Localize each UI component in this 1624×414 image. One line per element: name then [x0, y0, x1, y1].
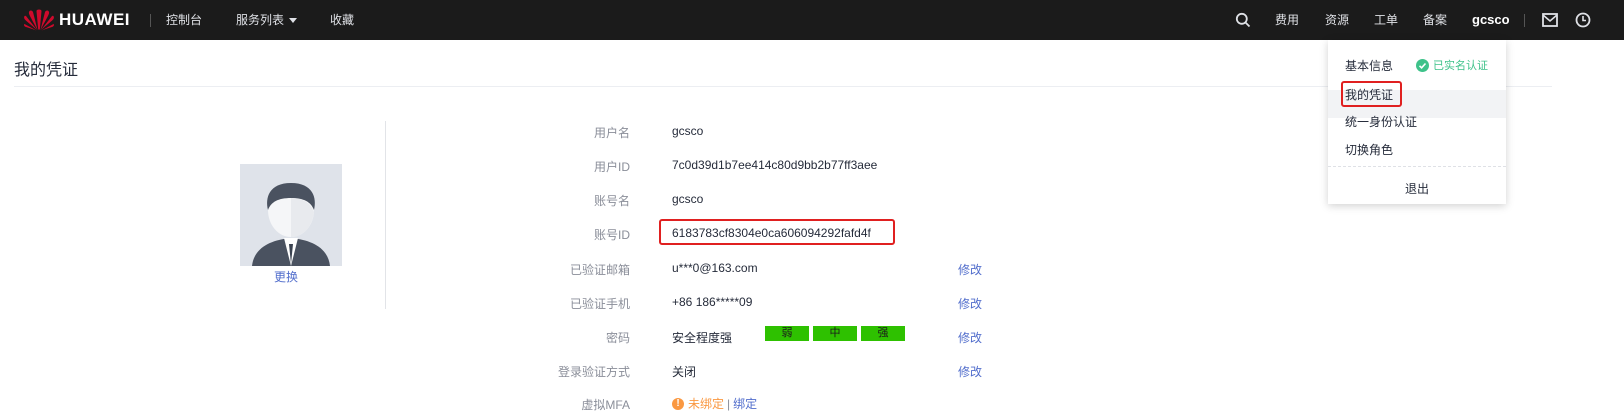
- nav-divider: [1524, 14, 1525, 27]
- password-strength-meter: 弱 中 强: [765, 326, 905, 341]
- menu-unified-identity[interactable]: 统一身份认证: [1345, 113, 1417, 130]
- mfa-separator: |: [727, 396, 731, 411]
- huawei-logo[interactable]: HUAWEI: [24, 8, 130, 32]
- title-divider: [14, 86, 1552, 87]
- phone-label: 已验证手机: [569, 297, 630, 311]
- brand-name: HUAWEI: [59, 10, 130, 29]
- login-verification-label: 登录验证方式: [557, 365, 630, 379]
- mfa-unbound-text: 未绑定: [688, 397, 725, 411]
- mail-icon[interactable]: [1541, 11, 1559, 29]
- nav-console[interactable]: 控制台: [166, 0, 202, 40]
- virtual-mfa-status: ! 未绑定 | 绑定: [672, 395, 757, 412]
- account-id-value: 6183783cf8304e0ca606094292fafd4f: [672, 226, 871, 240]
- huawei-flower-icon: [24, 9, 54, 31]
- menu-basic-info[interactable]: 基本信息: [1345, 57, 1393, 74]
- verified-text: 已实名认证: [1433, 60, 1488, 72]
- chevron-down-icon: [289, 18, 298, 24]
- username-value: gcsco: [672, 124, 704, 138]
- top-navigation-bar: HUAWEI 控制台 服务列表 收藏 费用 资源 工单 备案 gcsco: [0, 0, 1624, 40]
- nav-favorites[interactable]: 收藏: [330, 0, 354, 40]
- account-name-label: 账号名: [593, 194, 630, 208]
- virtual-mfa-label: 虚拟MFA: [581, 398, 630, 412]
- page-title: 我的凭证: [14, 62, 79, 79]
- password-strength-text: 安全程度强: [672, 331, 733, 345]
- account-id-label: 账号ID: [593, 228, 630, 242]
- strength-weak: 弱: [765, 326, 809, 341]
- clock-icon[interactable]: [1574, 11, 1592, 29]
- menu-switch-role[interactable]: 切换角色: [1345, 141, 1393, 158]
- real-name-verified-badge: 已实名认证: [1416, 57, 1488, 73]
- nav-icp-filing[interactable]: 备案: [1423, 0, 1447, 40]
- phone-value: +86 186*****09: [672, 295, 753, 309]
- change-avatar-link[interactable]: 更换: [274, 268, 298, 285]
- edit-password-link[interactable]: 修改: [958, 329, 982, 346]
- username-label: 用户名: [593, 126, 630, 140]
- nav-divider: [150, 14, 151, 27]
- nav-tickets[interactable]: 工单: [1374, 0, 1398, 40]
- user-id-label: 用户ID: [593, 160, 630, 174]
- menu-divider: [1328, 166, 1506, 167]
- email-value: u***0@163.com: [672, 261, 758, 275]
- menu-my-credentials[interactable]: 我的凭证: [1345, 86, 1393, 103]
- search-icon[interactable]: [1234, 11, 1252, 29]
- nav-services-label: 服务列表: [236, 13, 285, 27]
- menu-logout[interactable]: 退出: [1328, 180, 1506, 197]
- nav-services-dropdown[interactable]: 服务列表: [236, 0, 298, 40]
- user-menu[interactable]: gcsco: [1472, 0, 1510, 40]
- column-divider: [385, 121, 386, 309]
- edit-login-verification-link[interactable]: 修改: [958, 363, 982, 380]
- check-circle-icon: [1416, 58, 1429, 72]
- bind-mfa-link[interactable]: 绑定: [733, 395, 757, 412]
- email-label: 已验证邮箱: [569, 263, 630, 277]
- nav-resources[interactable]: 资源: [1325, 0, 1349, 40]
- user-dropdown-menu: 基本信息 已实名认证 我的凭证 统一身份认证 切换角色 退出: [1328, 40, 1506, 204]
- strength-strong: 强: [861, 326, 905, 341]
- edit-phone-link[interactable]: 修改: [958, 295, 982, 312]
- edit-email-link[interactable]: 修改: [958, 261, 982, 278]
- warning-icon: !: [672, 397, 684, 410]
- user-id-value: 7c0d39d1b7ee414c80d9bb2b77ff3aee: [672, 158, 878, 172]
- default-user-icon: [252, 183, 330, 266]
- login-verification-value: 关闭: [672, 365, 697, 379]
- avatar: [240, 164, 342, 266]
- account-name-value: gcsco: [672, 192, 704, 206]
- nav-billing[interactable]: 费用: [1275, 0, 1299, 40]
- password-label: 密码: [605, 331, 630, 345]
- strength-medium: 中: [813, 326, 857, 341]
